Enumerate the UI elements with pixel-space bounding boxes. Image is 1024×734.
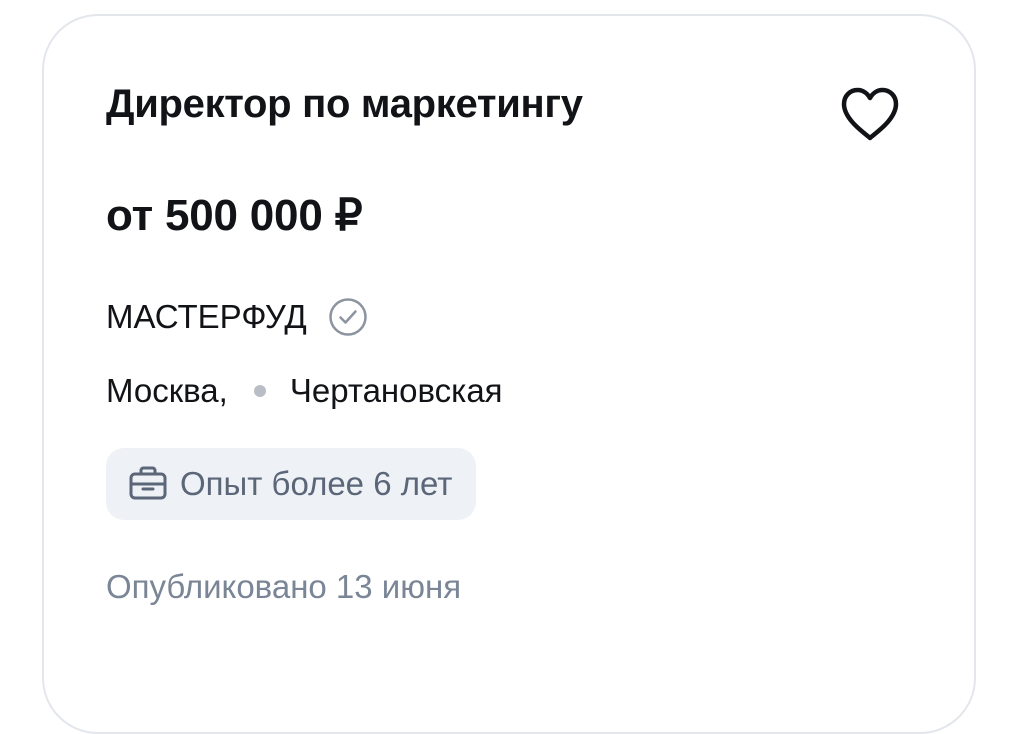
experience-label: Опыт более 6 лет [180, 465, 453, 502]
location-row: Москва, Чертановская [106, 372, 503, 410]
briefcase-icon [126, 462, 170, 506]
check-circle-icon [327, 296, 369, 338]
metro-station: Чертановская [289, 372, 503, 409]
vacancy-card[interactable]: Директор по маркетингу от 500 000 ₽ МАСТ… [42, 14, 976, 734]
company-name[interactable]: МАСТЕРФУД [106, 298, 307, 336]
company-row: МАСТЕРФУД [106, 296, 369, 338]
heart-icon [839, 86, 901, 142]
city: Москва, [106, 372, 228, 409]
salary: от 500 000 ₽ [106, 191, 363, 240]
metro-dot-icon [253, 385, 266, 397]
vacancy-title[interactable]: Директор по маркетингу [106, 82, 583, 127]
experience-chip: Опыт более 6 лет [106, 448, 477, 520]
favorite-button[interactable] [832, 76, 908, 152]
published-date: Опубликовано 13 июня [106, 568, 462, 605]
